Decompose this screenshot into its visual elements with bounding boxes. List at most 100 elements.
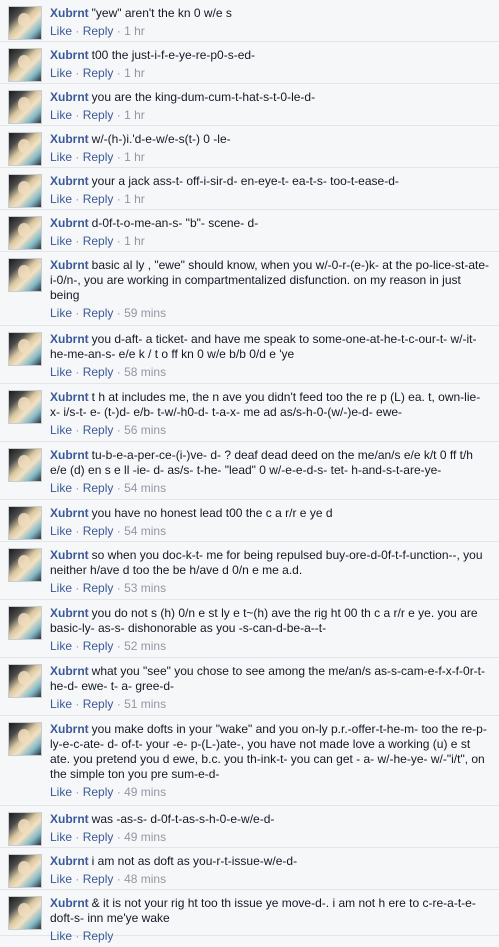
comment-timestamp[interactable]: 1 hr	[124, 150, 145, 164]
reply-link[interactable]: Reply	[83, 481, 114, 495]
comment-author[interactable]: Xubrnt	[50, 90, 89, 104]
like-link[interactable]: Like	[50, 192, 72, 206]
comment-author[interactable]: Xubrnt	[50, 174, 89, 188]
like-link[interactable]: Like	[50, 581, 72, 595]
like-link[interactable]: Like	[50, 639, 72, 653]
comment-timestamp[interactable]: 56 mins	[124, 423, 166, 437]
avatar[interactable]	[8, 812, 42, 846]
separator: ·	[116, 524, 121, 538]
like-link[interactable]: Like	[50, 481, 72, 495]
reply-link[interactable]: Reply	[83, 639, 114, 653]
avatar[interactable]	[8, 90, 42, 124]
like-link[interactable]: Like	[50, 697, 72, 711]
comment-timestamp[interactable]: 1 hr	[124, 192, 145, 206]
comment-timestamp[interactable]: 54 mins	[124, 481, 166, 495]
avatar[interactable]	[8, 896, 42, 930]
avatar[interactable]	[8, 548, 42, 582]
avatar[interactable]	[8, 48, 42, 82]
like-link[interactable]: Like	[50, 150, 72, 164]
avatar[interactable]	[8, 332, 42, 366]
comment-timestamp[interactable]: 49 mins	[124, 830, 166, 844]
comment-author[interactable]: Xubrnt	[50, 390, 89, 404]
like-link[interactable]: Like	[50, 66, 72, 80]
reply-link[interactable]: Reply	[83, 830, 114, 844]
like-link[interactable]: Like	[50, 306, 72, 320]
comment-author[interactable]: Xubrnt	[50, 722, 89, 736]
comment-author[interactable]: Xubrnt	[50, 854, 89, 868]
reply-link[interactable]: Reply	[83, 150, 114, 164]
comment-timestamp[interactable]: 53 mins	[124, 581, 166, 595]
reply-link[interactable]: Reply	[83, 24, 114, 38]
avatar[interactable]	[8, 390, 42, 424]
reply-link[interactable]: Reply	[83, 66, 114, 80]
comment-timestamp[interactable]: 1 hr	[124, 24, 145, 38]
like-link[interactable]: Like	[50, 872, 72, 886]
comment-text: what you "see" you chose to see among th…	[50, 664, 486, 693]
avatar[interactable]	[8, 506, 42, 540]
comment-item: Xubrnt you are the king-dum-cum-t-hat-s-t…	[0, 84, 499, 126]
comment-author[interactable]: Xubrnt	[50, 896, 89, 910]
reply-link[interactable]: Reply	[83, 785, 114, 799]
separator: ·	[75, 697, 80, 711]
comment-timestamp[interactable]: 58 mins	[124, 365, 166, 379]
like-link[interactable]: Like	[50, 24, 72, 38]
like-link[interactable]: Like	[50, 234, 72, 248]
reply-link[interactable]: Reply	[83, 929, 114, 943]
comment-timestamp[interactable]: 1 hr	[124, 234, 145, 248]
comment-timestamp[interactable]: 54 mins	[124, 524, 166, 538]
reply-link[interactable]: Reply	[83, 108, 114, 122]
comment-author[interactable]: Xubrnt	[50, 48, 89, 62]
reply-link[interactable]: Reply	[83, 697, 114, 711]
avatar[interactable]	[8, 174, 42, 208]
avatar[interactable]	[8, 258, 42, 292]
comment-author[interactable]: Xubrnt	[50, 548, 89, 562]
reply-link[interactable]: Reply	[83, 306, 114, 320]
comment-author[interactable]: Xubrnt	[50, 6, 89, 20]
separator: ·	[75, 150, 80, 164]
comment-timestamp[interactable]: 59 mins	[124, 306, 166, 320]
like-link[interactable]: Like	[50, 929, 72, 943]
comment-body: Xubrnt tu-b-e-a-per-ce-(i-)ve- d- ? deaf …	[50, 442, 491, 499]
like-link[interactable]: Like	[50, 785, 72, 799]
comment-author[interactable]: Xubrnt	[50, 332, 89, 346]
like-link[interactable]: Like	[50, 524, 72, 538]
avatar[interactable]	[8, 606, 42, 640]
comment-timestamp[interactable]: 51 mins	[124, 697, 166, 711]
comment-author[interactable]: Xubrnt	[50, 216, 89, 230]
comment-timestamp[interactable]: 48 mins	[124, 872, 166, 886]
comment-author[interactable]: Xubrnt	[50, 258, 89, 272]
avatar[interactable]	[8, 216, 42, 250]
comment-author[interactable]: Xubrnt	[50, 664, 89, 678]
avatar[interactable]	[8, 664, 42, 698]
comment-timestamp[interactable]: 1 hr	[124, 66, 145, 80]
comment-author[interactable]: Xubrnt	[50, 448, 89, 462]
comment-text: "yew" aren't the kn 0 w/e s	[91, 6, 232, 20]
avatar[interactable]	[8, 448, 42, 482]
separator: ·	[75, 108, 80, 122]
avatar[interactable]	[8, 132, 42, 166]
comment-text: w/-(h-)i.'d-e-w/e-s(t-) 0 -le-	[91, 132, 231, 146]
comment-timestamp[interactable]: 1 hr	[124, 108, 145, 122]
reply-link[interactable]: Reply	[83, 872, 114, 886]
comment-line: Xubrnt i am not as doft as you-r-t-issue-…	[50, 854, 491, 869]
comment-author[interactable]: Xubrnt	[50, 812, 89, 826]
comment-author[interactable]: Xubrnt	[50, 606, 89, 620]
reply-link[interactable]: Reply	[83, 524, 114, 538]
like-link[interactable]: Like	[50, 365, 72, 379]
avatar[interactable]	[8, 854, 42, 888]
comment-timestamp[interactable]: 52 mins	[124, 639, 166, 653]
reply-link[interactable]: Reply	[83, 192, 114, 206]
like-link[interactable]: Like	[50, 108, 72, 122]
reply-link[interactable]: Reply	[83, 234, 114, 248]
separator: ·	[75, 524, 80, 538]
comment-author[interactable]: Xubrnt	[50, 132, 89, 146]
reply-link[interactable]: Reply	[83, 365, 114, 379]
comment-timestamp[interactable]: 49 mins	[124, 785, 166, 799]
reply-link[interactable]: Reply	[83, 581, 114, 595]
reply-link[interactable]: Reply	[83, 423, 114, 437]
comment-author[interactable]: Xubrnt	[50, 506, 89, 520]
like-link[interactable]: Like	[50, 830, 72, 844]
avatar[interactable]	[8, 722, 42, 756]
avatar[interactable]	[8, 6, 42, 40]
like-link[interactable]: Like	[50, 423, 72, 437]
